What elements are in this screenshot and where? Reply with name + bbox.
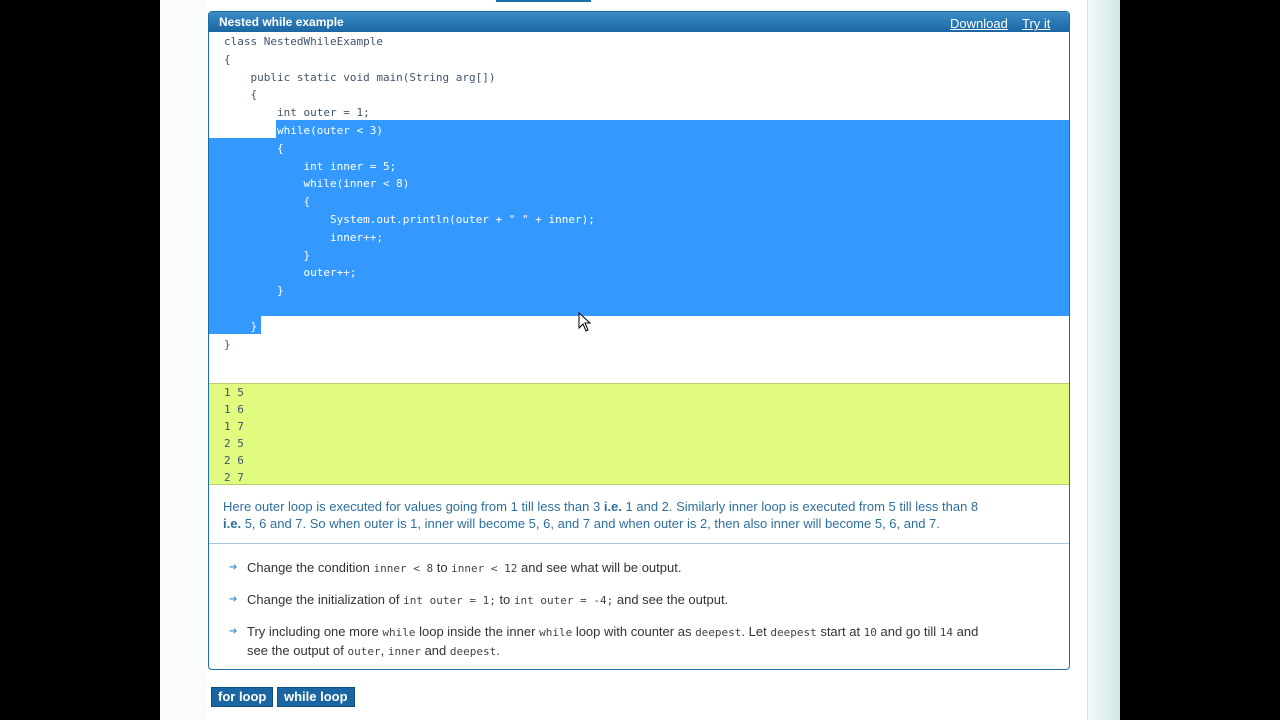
exercise-text: Change the initialization of (247, 592, 404, 607)
code-line: } (224, 319, 258, 333)
arrow-bullet-icon: ➔ (229, 594, 238, 605)
exercise-code: 14 (939, 626, 954, 639)
code-line: int outer = 1; (224, 106, 370, 120)
panel-header: Nested while example Download Try it (209, 12, 1069, 32)
explanation-part-2: 1 and 2. Similarly inner loop is execute… (621, 499, 979, 514)
selection-highlight-first-line (276, 120, 1069, 138)
exercise-code: deepest (695, 626, 742, 639)
left-gutter (160, 0, 207, 720)
output-line: 2 5 (224, 437, 244, 450)
output-line: 1 5 (224, 386, 244, 399)
exercise-code: while (539, 626, 573, 639)
code-line: { (224, 88, 258, 102)
exercise-text: and (420, 643, 450, 658)
code-line: int inner = 5; (224, 159, 397, 173)
exercise-text: Change the condition (247, 560, 374, 575)
top-strip (160, 0, 1120, 4)
download-link[interactable]: Download (950, 16, 1008, 31)
arrow-bullet-icon: ➔ (229, 562, 238, 573)
code-line: } (224, 248, 311, 262)
exercise-code: while (382, 626, 416, 639)
output-line: 2 6 (224, 454, 244, 467)
exercise-text: and see the output. (613, 592, 729, 607)
mouse-cursor-icon (578, 312, 592, 332)
output-line: 1 6 (224, 403, 244, 416)
explanation-ie-2: i.e. (223, 516, 242, 531)
code-line: while(outer < 3) (224, 124, 383, 137)
code-line: System.out.println(outer + " " + inner); (224, 213, 595, 226)
arrow-bullet-icon: ➔ (229, 626, 238, 637)
exercise-code: 10 (863, 626, 877, 639)
panel-title: Nested while example (219, 15, 344, 29)
explanation-part-1: Here outer loop is executed for values g… (223, 499, 604, 514)
exercise-text: Try including one more (247, 624, 383, 639)
exercise-code: deepest (449, 645, 497, 658)
code-line: inner++; (224, 230, 383, 244)
exercise-code: int outer = 1; (403, 594, 496, 607)
tag-while-loop[interactable]: while loop (277, 687, 355, 707)
code-line: outer++; (224, 266, 357, 280)
exercise-item: ➔ Change the condition inner < 8 to inne… (229, 559, 1062, 578)
explanation-text: Here outer loop is executed for values g… (223, 498, 1063, 532)
exercise-code: deepest (770, 626, 817, 639)
page: Nested while example Download Try it cla… (160, 0, 1120, 720)
explanation-ie-1: i.e. (603, 499, 622, 514)
code-line: } (224, 337, 231, 351)
code-line: { (224, 52, 231, 66)
exercise-text: loop with counter as (572, 624, 696, 639)
output-line: 2 7 (224, 471, 244, 484)
explanation-part-3: 5, 6 and 7. So when outer is 1, inner wi… (241, 516, 940, 531)
exercise-text: and (953, 624, 979, 639)
example-panel: Nested while example Download Try it cla… (208, 11, 1070, 670)
code-line: class NestedWhileExample (224, 35, 383, 48)
right-gutter (1087, 0, 1120, 720)
exercise-code: inner < 8 (373, 562, 434, 575)
exercise-text: to (495, 592, 514, 607)
tag-for-loop[interactable]: for loop (211, 687, 274, 707)
exercise-text: and go till (876, 624, 940, 639)
exercise-code: inner (387, 645, 421, 658)
exercise-item: ➔ Try including one more while loop insi… (229, 623, 1062, 661)
exercise-text: start at (816, 624, 864, 639)
exercise-code: int outer = -4; (513, 594, 614, 607)
exercise-text: . (496, 643, 500, 658)
code-line: { (224, 195, 311, 209)
exercise-text: see the output of (247, 643, 348, 658)
try-it-link[interactable]: Try it (1022, 16, 1050, 31)
top-link-stub[interactable] (496, 0, 591, 2)
code-line: public static void main(String arg[]) (224, 70, 496, 84)
code-line: { (224, 141, 284, 155)
exercise-text: loop inside the inner (415, 624, 540, 639)
code-line: while(inner < 8) (224, 177, 410, 191)
exercise-code: outer (347, 645, 381, 658)
exercise-text: to (433, 560, 452, 575)
exercise-text: and see what will be output. (517, 560, 682, 575)
exercise-text: , (380, 643, 388, 658)
output-block: 1 5 1 6 1 7 2 5 2 6 2 7 (209, 383, 1069, 485)
exercise-item: ➔ Change the initialization of int outer… (229, 591, 1062, 610)
section-divider (209, 543, 1069, 544)
code-block[interactable]: class NestedWhileExample { public static … (209, 32, 1069, 383)
exercise-text: . Let (741, 624, 771, 639)
exercise-code: inner < 12 (451, 562, 518, 575)
code-line: } (224, 284, 284, 298)
output-line: 1 7 (224, 420, 244, 433)
